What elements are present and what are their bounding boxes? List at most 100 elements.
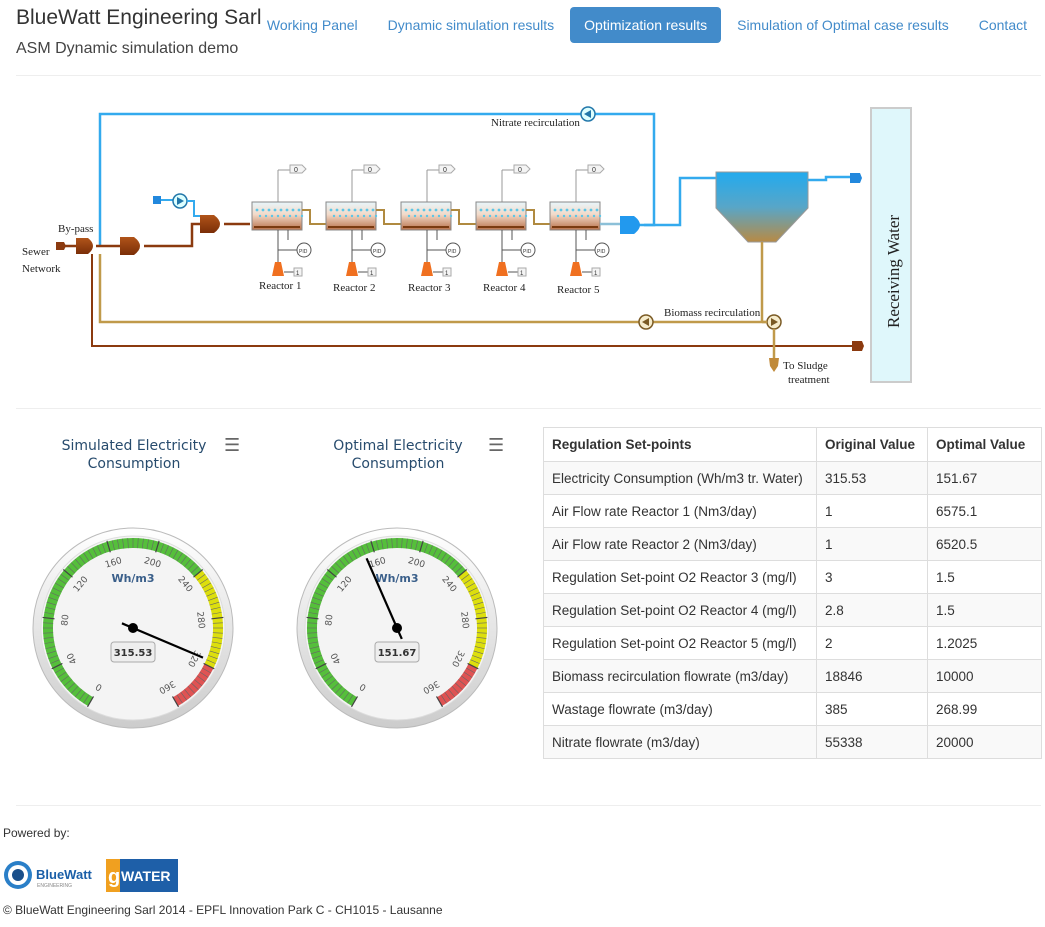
nav-optimization-results[interactable]: Optimization results [570, 7, 722, 43]
reactor-1[interactable]: 0PID1Reactor 1 [251, 164, 326, 292]
aerator-icon [421, 262, 433, 276]
table-row: Regulation Set-point O2 Reactor 5 (mg/l)… [543, 626, 1042, 660]
simulated-gauge-title: Simulated Electricity Consumption [61, 438, 207, 472]
simulated-electricity-gauge: 04080120160 200240280320360Wh/m3315.53 [32, 527, 234, 729]
to-sludge-label: To Sludge [783, 360, 828, 372]
svg-text:ENGINEERING: ENGINEERING [37, 883, 72, 889]
header-optimal: Optimal Value [927, 427, 1042, 462]
nav-contact[interactable]: Contact [965, 7, 1041, 43]
setpoint-name-cell: Biomass recirculation flowrate (m3/day) [543, 659, 817, 693]
header-setpoint: Regulation Set-points [543, 427, 817, 462]
reactor-outlet-splitter-icon [620, 216, 640, 234]
table-row: Electricity Consumption (Wh/m3 tr. Water… [543, 461, 1042, 495]
original-value-cell: 18846 [816, 659, 928, 693]
table-row: Nitrate flowrate (m3/day) 55338 20000 [543, 725, 1042, 759]
sensor-icon [289, 164, 307, 174]
setpoint-name-cell: Regulation Set-point O2 Reactor 3 (mg/l) [543, 560, 817, 594]
optimal-value-cell: 151.67 [927, 461, 1042, 495]
sensor-icon [587, 164, 605, 174]
table-row: Air Flow rate Reactor 1 (Nm3/day) 1 6575.1 [543, 494, 1042, 528]
copyright-text: © BlueWatt Engineering Sarl 2014 - EPFL … [3, 903, 443, 917]
brand-subtitle: ASM Dynamic simulation demo [16, 40, 239, 57]
nav-simulation-optimal-case-results[interactable]: Simulation of Optimal case results [723, 7, 963, 43]
sludge-outlet-icon [769, 358, 779, 372]
mixer-1-icon [120, 237, 140, 255]
table-row: Wastage flowrate (m3/day) 385 268.99 [543, 692, 1042, 726]
treatment-label: treatment [788, 374, 830, 386]
effluent-outlet-icon [850, 173, 862, 183]
svg-text:PID: PID [299, 249, 308, 255]
svg-text:0: 0 [368, 167, 372, 174]
nitrate-recirculation-label: Nitrate recirculation [491, 117, 580, 129]
bluewatt-logo[interactable]: BlueWatt ENGINEERING [3, 858, 99, 892]
aerator-icon [570, 262, 582, 276]
powered-by-label: Powered by: [3, 826, 70, 840]
aerator-icon [346, 262, 358, 276]
reactor-label: Reactor 2 [333, 282, 375, 294]
setpoint-name-cell: Electricity Consumption (Wh/m3 tr. Water… [543, 461, 817, 495]
reactor-3[interactable]: 0PID1Reactor 3 [400, 164, 476, 294]
reactor-5[interactable]: 0PID1Reactor 5 [549, 164, 620, 296]
svg-text:0: 0 [518, 167, 522, 174]
nav-working-panel[interactable]: Working Panel [253, 7, 372, 43]
optimal-value-cell: 1.5 [927, 560, 1042, 594]
table-row: Air Flow rate Reactor 2 (Nm3/day) 1 6520.5 [543, 527, 1042, 561]
reactor-label: Reactor 4 [483, 282, 526, 294]
optimal-chart-menu-icon[interactable]: ☰ [488, 436, 504, 454]
setpoint-name-cell: Air Flow rate Reactor 1 (Nm3/day) [543, 494, 817, 528]
original-value-cell: 55338 [816, 725, 928, 759]
optimal-gauge-title: Optimal Electricity Consumption [333, 438, 463, 472]
clarifier-icon [715, 171, 809, 243]
gauge-tick-label: 280 [194, 611, 206, 629]
original-value-cell: 315.53 [816, 461, 928, 495]
aerator-icon [496, 262, 508, 276]
sensor-icon [363, 164, 381, 174]
bypass-splitter-icon [76, 238, 93, 254]
table-row: Biomass recirculation flowrate (m3/day) 1… [543, 659, 1042, 693]
setpoint-name-cell: Air Flow rate Reactor 2 (Nm3/day) [543, 527, 817, 561]
sensor-icon [438, 164, 456, 174]
sewer-inlet-icon [56, 242, 66, 250]
process-diagram: Nitrate recirculation Sewer Network By-p… [22, 106, 912, 386]
svg-text:PID: PID [448, 249, 457, 255]
receiving-water-label: Receiving Water [884, 215, 903, 328]
nav-dynamic-simulation-results[interactable]: Dynamic simulation results [374, 7, 569, 43]
svg-text:WATER: WATER [121, 868, 171, 884]
svg-text:PID: PID [597, 249, 606, 255]
main-nav: Working Panel Dynamic simulation results… [251, 7, 1041, 43]
optimal-value-cell: 10000 [927, 659, 1042, 693]
brand-title[interactable]: BlueWatt Engineering Sarl [16, 6, 262, 30]
original-value-cell: 2 [816, 626, 928, 660]
original-value-cell: 385 [816, 692, 928, 726]
header-divider [16, 75, 1041, 76]
gauge-value-label: 151.67 [378, 648, 417, 659]
network-label: Network [22, 263, 61, 275]
setpoint-name-cell: Nitrate flowrate (m3/day) [543, 725, 817, 759]
table-header-row: Regulation Set-points Original Value Opt… [543, 427, 1042, 462]
gauge-tick-label: 80 [60, 614, 71, 627]
gauge-unit-label: Wh/m3 [375, 572, 418, 585]
optimal-value-cell: 6520.5 [927, 527, 1042, 561]
aerator-icon [272, 262, 284, 276]
optimal-value-cell: 20000 [927, 725, 1042, 759]
setpoint-name-cell: Regulation Set-point O2 Reactor 5 (mg/l) [543, 626, 817, 660]
gwater-logo[interactable]: g WATER [106, 859, 178, 892]
svg-text:0: 0 [294, 167, 298, 174]
reactor-label: Reactor 5 [557, 284, 600, 296]
bypass-label: By-pass [58, 223, 93, 235]
original-value-cell: 3 [816, 560, 928, 594]
svg-text:0: 0 [443, 167, 447, 174]
table-row: Regulation Set-point O2 Reactor 4 (mg/l)… [543, 593, 1042, 627]
simulated-chart-menu-icon[interactable]: ☰ [224, 436, 240, 454]
reactor-2[interactable]: 0PID1Reactor 2 [325, 164, 401, 294]
reactor-4[interactable]: 0PID1Reactor 4 [475, 164, 550, 294]
setpoint-name-cell: Regulation Set-point O2 Reactor 4 (mg/l) [543, 593, 817, 627]
svg-text:BlueWatt: BlueWatt [36, 867, 93, 882]
setpoint-name-cell: Wastage flowrate (m3/day) [543, 692, 817, 726]
regulation-setpoints-table: Regulation Set-points Original Value Opt… [543, 427, 1042, 759]
optimal-value-cell: 1.2025 [927, 626, 1042, 660]
svg-text:PID: PID [523, 249, 532, 255]
sensor-icon [513, 164, 531, 174]
external-input-icon [153, 196, 161, 204]
original-value-cell: 2.8 [816, 593, 928, 627]
